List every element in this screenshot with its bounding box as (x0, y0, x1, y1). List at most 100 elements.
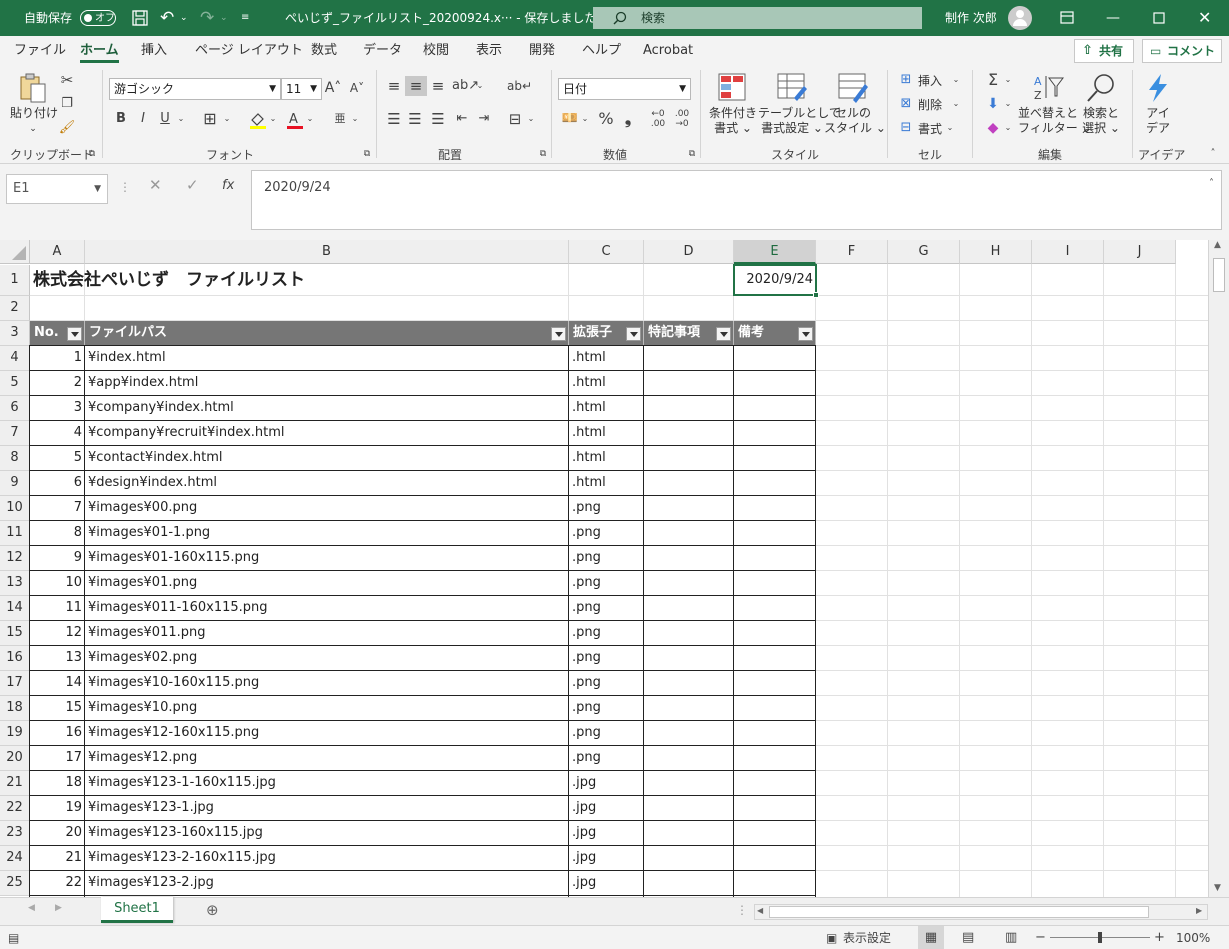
format-as-table-label2[interactable]: 書式設定 ⌄ (758, 121, 826, 136)
table-cell-path[interactable]: ¥images¥02.png (85, 646, 569, 670)
find-select-label2[interactable]: 選択 ⌄ (1076, 121, 1126, 136)
avatar[interactable] (1008, 6, 1032, 30)
decrease-indent-icon[interactable]: ⇤ (452, 109, 472, 129)
row-header[interactable]: 1 (0, 265, 30, 296)
name-box-dropdown-icon[interactable]: ▼ (94, 175, 101, 203)
fill-color-icon[interactable] (248, 110, 268, 130)
font-name-combo[interactable]: 游ゴシック ▼ (109, 78, 281, 100)
row-header[interactable]: 20 (0, 746, 30, 771)
table-header-no[interactable]: No. (30, 321, 85, 345)
tab-data[interactable]: データ (363, 36, 402, 66)
table-cell-path[interactable]: ¥images¥01.png (85, 571, 569, 595)
prev-sheet-icon[interactable]: ◀ (28, 903, 35, 913)
minimize-icon[interactable]: — (1106, 0, 1120, 36)
format-painter-icon[interactable]: 🖌 (58, 118, 76, 138)
ideas-label2[interactable]: デア (1140, 121, 1176, 136)
ribbon-display-icon[interactable] (1060, 11, 1074, 25)
column-header-j[interactable]: J (1104, 240, 1176, 264)
table-cell-no[interactable]: 7 (30, 496, 85, 520)
copy-icon[interactable]: ❐ (58, 94, 76, 114)
accounting-format-icon[interactable]: 💴 (560, 109, 580, 129)
table-cell-ext[interactable]: .png (569, 646, 644, 670)
macro-record-icon[interactable]: ▤ (8, 926, 19, 949)
font-launcher-icon[interactable]: ⧉ (361, 144, 373, 164)
worksheet-grid[interactable]: ABCDEFGHIJ 1 2 3 4 5 6 7 8 9 10 11 12 13 14 15 16 17 18 19… (0, 240, 1229, 897)
filter-dropdown-icon[interactable] (716, 327, 731, 341)
row-header[interactable]: 13 (0, 571, 30, 596)
horizontal-scroll-thumb[interactable] (769, 906, 1149, 918)
table-cell-path[interactable]: ¥images¥123-2.jpg (85, 871, 569, 895)
tab-developer[interactable]: 開発 (529, 36, 555, 66)
search-box[interactable]: 検索 (593, 7, 922, 29)
scroll-up-icon[interactable]: ▲ (1214, 240, 1221, 250)
row-header[interactable]: 8 (0, 446, 30, 471)
table-cell-no[interactable]: 1 (30, 346, 85, 370)
table-cell-no[interactable]: 8 (30, 521, 85, 545)
column-header-i[interactable]: I (1032, 240, 1104, 264)
table-cell-ext[interactable]: .png (569, 521, 644, 545)
table-cell-no[interactable]: 17 (30, 746, 85, 770)
alignment-launcher-icon[interactable]: ⧉ (537, 144, 549, 164)
find-select-icon[interactable] (1085, 72, 1117, 104)
cell-styles-label1[interactable]: セルの (824, 106, 882, 121)
conditional-formatting-icon[interactable] (717, 72, 749, 104)
borders-icon[interactable]: ⊞ (200, 109, 220, 129)
next-sheet-icon[interactable]: ▶ (55, 903, 62, 913)
page-layout-view-icon[interactable]: ▤ (962, 926, 974, 949)
close-icon[interactable]: ✕ (1198, 0, 1211, 36)
row-header[interactable]: 19 (0, 721, 30, 746)
paste-icon[interactable] (17, 72, 49, 104)
orientation-dropdown-icon[interactable]: ⌄ (475, 76, 485, 96)
font-color-icon[interactable]: A (285, 110, 305, 130)
table-cell-path[interactable]: ¥images¥123-1-160x115.jpg (85, 771, 569, 795)
table-cell-path[interactable]: ¥images¥01-1.png (85, 521, 569, 545)
table-cell-ext[interactable]: .jpg (569, 871, 644, 895)
table-cell-path[interactable]: ¥images¥011.png (85, 621, 569, 645)
normal-view-icon[interactable]: ▦ (918, 926, 944, 949)
row-header[interactable]: 10 (0, 496, 30, 521)
decrease-decimal-icon[interactable]: .00 →0 (672, 109, 692, 129)
delete-cells-icon[interactable]: ⊠ (897, 94, 915, 114)
borders-dropdown-icon[interactable]: ⌄ (222, 109, 232, 129)
increase-indent-icon[interactable]: ⇥ (474, 109, 494, 129)
row-header[interactable]: 21 (0, 771, 30, 796)
row-header[interactable]: 17 (0, 671, 30, 696)
document-title[interactable]: ぺいじず_ファイルリスト_20200924.x··· - 保存しました ⌄ (285, 0, 610, 36)
column-header-f[interactable]: F (816, 240, 888, 264)
tab-help[interactable]: ヘルプ (582, 36, 621, 66)
table-cell-no[interactable]: 18 (30, 771, 85, 795)
insert-cells-icon[interactable]: ⊞ (897, 70, 915, 90)
table-cell-path[interactable]: ¥images¥123-2-160x115.jpg (85, 846, 569, 870)
cancel-icon[interactable]: ✕ (149, 176, 162, 194)
find-select-label1[interactable]: 検索と (1076, 106, 1126, 121)
sheet-title-cell[interactable]: 株式会社ぺいじず ファイルリスト (30, 265, 568, 295)
number-launcher-icon[interactable]: ⧉ (686, 144, 698, 164)
zoom-out-icon[interactable]: − (1035, 926, 1046, 949)
table-cell-ext[interactable]: .png (569, 496, 644, 520)
display-settings-icon[interactable]: ▣ (826, 926, 837, 949)
table-cell-no[interactable]: 12 (30, 621, 85, 645)
format-cells-label[interactable]: 書式 (918, 120, 942, 137)
table-cell-no[interactable]: 22 (30, 871, 85, 895)
accounting-dropdown-icon[interactable]: ⌄ (580, 109, 590, 129)
table-cell-path[interactable]: ¥images¥12-160x115.png (85, 721, 569, 745)
italic-icon[interactable]: I (134, 109, 152, 129)
font-color-dropdown-icon[interactable]: ⌄ (305, 109, 315, 129)
user-name[interactable]: 制作 次郎 (945, 0, 997, 36)
comma-style-icon[interactable]: ❟ (620, 109, 636, 129)
table-cell-ext[interactable]: .html (569, 471, 644, 495)
table-cell-no[interactable]: 2 (30, 371, 85, 395)
table-cell-ext[interactable]: .png (569, 596, 644, 620)
row-header[interactable]: 5 (0, 371, 30, 396)
delete-dropdown-icon[interactable]: ⌄ (950, 94, 962, 114)
autosum-dropdown-icon[interactable]: ⌄ (1003, 70, 1013, 90)
filter-dropdown-icon[interactable] (798, 327, 813, 341)
phonetic-guide-icon[interactable]: 亜 (330, 109, 350, 129)
table-cell-no[interactable]: 10 (30, 571, 85, 595)
ideas-lightning-icon[interactable] (1142, 72, 1174, 104)
table-cell-no[interactable]: 16 (30, 721, 85, 745)
table-cell-ext[interactable]: .png (569, 621, 644, 645)
merge-dropdown-icon[interactable]: ⌄ (526, 109, 536, 129)
enter-check-icon[interactable]: ✓ (186, 176, 199, 194)
scroll-right-icon[interactable]: ▶ (1196, 906, 1202, 915)
